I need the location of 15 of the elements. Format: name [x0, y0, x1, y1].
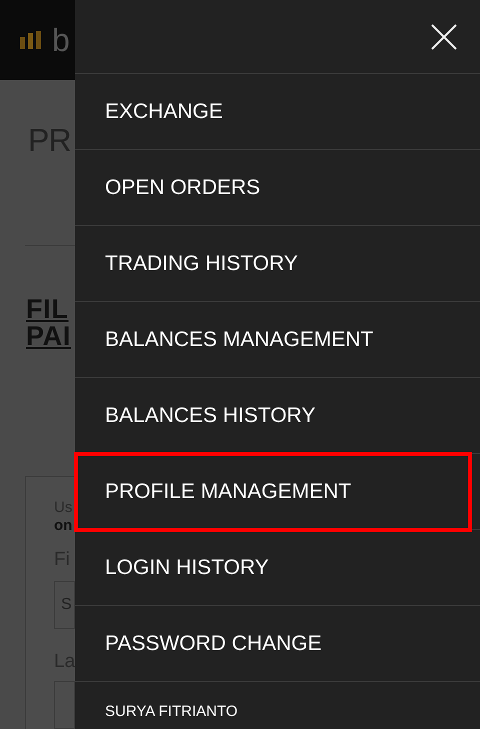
menu-item[interactable]: PASSWORD CHANGE	[75, 606, 480, 681]
logo-icon	[20, 31, 42, 49]
user-name: SURYA FITRIANTO	[105, 703, 238, 720]
menu-item[interactable]: TRADING HISTORY	[75, 226, 480, 301]
menu-item[interactable]: EXCHANGE	[75, 74, 480, 149]
menu-item[interactable]: PROFILE MANAGEMENT	[74, 452, 472, 532]
close-icon	[431, 24, 457, 50]
menu-item[interactable]: BALANCES HISTORY	[75, 378, 480, 453]
card-note: on	[54, 517, 74, 535]
last-name-field[interactable]	[54, 681, 75, 729]
close-button[interactable]	[430, 22, 458, 50]
menu-item[interactable]: LOGIN HISTORY	[75, 530, 480, 605]
menu-item[interactable]: OPEN ORDERS	[75, 150, 480, 225]
menu-item[interactable]: BALANCES MANAGEMENT	[75, 302, 480, 377]
logo-text: b	[52, 24, 70, 56]
